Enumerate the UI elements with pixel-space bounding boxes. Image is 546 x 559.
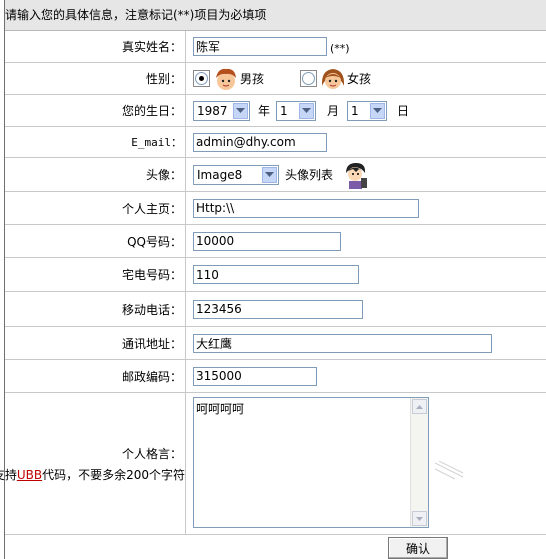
- avatar-select[interactable]: Image8: [193, 164, 279, 185]
- birth-month-value: 1: [280, 103, 288, 118]
- zip-label: 邮政编码：: [121, 369, 182, 384]
- row-homepage: 个人主页：: [5, 192, 546, 225]
- row-mobile: 移动电话：: [5, 292, 546, 327]
- homepage-label: 个人主页：: [121, 201, 182, 216]
- ubb-link[interactable]: UBB: [17, 468, 42, 482]
- chevron-down-icon[interactable]: [262, 166, 277, 183]
- avatar-label: 头像：: [145, 168, 182, 182]
- birth-year-value: 1987: [197, 103, 228, 118]
- signature-textarea[interactable]: 呵呵呵呵: [193, 397, 429, 528]
- required-mark: (**): [330, 42, 350, 55]
- zip-input[interactable]: [193, 366, 317, 386]
- row-qq: QQ号码：: [5, 225, 546, 258]
- address-label: 通讯地址：: [121, 336, 182, 351]
- day-unit: 日: [397, 104, 410, 118]
- gender-boy-label: 男孩: [240, 72, 265, 86]
- gender-label: 性别：: [145, 72, 182, 86]
- birth-month-select[interactable]: 1: [276, 100, 317, 121]
- girl-face-icon: [321, 68, 345, 89]
- row-address: 通讯地址：: [5, 327, 546, 360]
- textarea-scrollbar[interactable]: [410, 398, 428, 527]
- row-name: 真实姓名： (**): [5, 31, 546, 63]
- scroll-up-icon[interactable]: [412, 399, 427, 414]
- address-input[interactable]: [193, 333, 492, 353]
- qq-label: QQ号码：: [127, 234, 182, 249]
- signature-note: 支持UBB代码，不要多余200个字符: [0, 466, 185, 483]
- chevron-down-icon[interactable]: [233, 102, 248, 119]
- year-unit: 年: [258, 104, 271, 118]
- row-phone: 宅电号码：: [5, 258, 546, 292]
- mobile-input[interactable]: [193, 299, 363, 319]
- scroll-down-icon[interactable]: [412, 511, 427, 526]
- avatar-list-link[interactable]: 头像列表: [285, 166, 333, 183]
- name-input[interactable]: [193, 37, 327, 56]
- birth-day-value: 1: [351, 103, 359, 118]
- row-avatar: 头像： Image8 头像列表: [5, 158, 546, 192]
- row-signature: 个人格言： 支持UBB代码，不要多余200个字符 呵呵呵呵: [0, 393, 546, 535]
- row-birthday: 您的生日： 1987 年 1 月 1 日: [5, 95, 546, 127]
- signature-label-block: 个人格言： 支持UBB代码，不要多余200个字符: [0, 393, 185, 534]
- boy-face-icon: [216, 68, 236, 90]
- homepage-input[interactable]: [193, 198, 419, 218]
- gender-girl-label: 女孩: [347, 72, 372, 86]
- email-input[interactable]: [193, 132, 327, 152]
- resize-grip-icon: [434, 461, 464, 480]
- note-suffix: 代码，不要多余200个字符: [42, 467, 185, 482]
- radio-dot-icon: [195, 72, 208, 85]
- signature-text: 呵呵呵呵: [196, 402, 245, 416]
- signature-label: 个人格言：: [121, 446, 182, 461]
- month-unit: 月: [327, 104, 340, 118]
- phone-label: 宅电号码：: [121, 268, 182, 282]
- phone-input[interactable]: [193, 265, 359, 284]
- birth-day-select[interactable]: 1: [347, 100, 388, 121]
- header-text: 请输入您的具体信息，注意标记(**)项目为必填项: [5, 8, 267, 22]
- row-zip: 邮政编码：: [5, 360, 546, 393]
- row-email: E_mail：: [5, 127, 546, 158]
- chevron-down-icon[interactable]: [370, 102, 386, 119]
- radio-empty-icon: [302, 72, 316, 85]
- avatar-select-value: Image8: [197, 167, 243, 182]
- avatar-preview-icon: [346, 162, 368, 189]
- birth-year-select[interactable]: 1987: [193, 100, 250, 121]
- note-prefix: 支持: [0, 467, 17, 482]
- confirm-button[interactable]: 确认: [388, 537, 448, 559]
- birthday-label: 您的生日：: [121, 104, 182, 118]
- chevron-down-icon[interactable]: [299, 102, 315, 119]
- gender-boy-radio[interactable]: [193, 70, 210, 87]
- email-label: E_mail：: [131, 136, 182, 149]
- name-label: 真实姓名：: [121, 40, 182, 54]
- row-gender: 性别： 男孩 女孩: [5, 63, 546, 95]
- gender-girl-radio[interactable]: [300, 70, 318, 87]
- mobile-label: 移动电话：: [121, 302, 182, 317]
- form-header: 请输入您的具体信息，注意标记(**)项目为必填项: [5, 0, 546, 31]
- form-frame: 请输入您的具体信息，注意标记(**)项目为必填项 真实姓名： (**) 性别： …: [0, 0, 546, 559]
- qq-input[interactable]: [193, 231, 341, 251]
